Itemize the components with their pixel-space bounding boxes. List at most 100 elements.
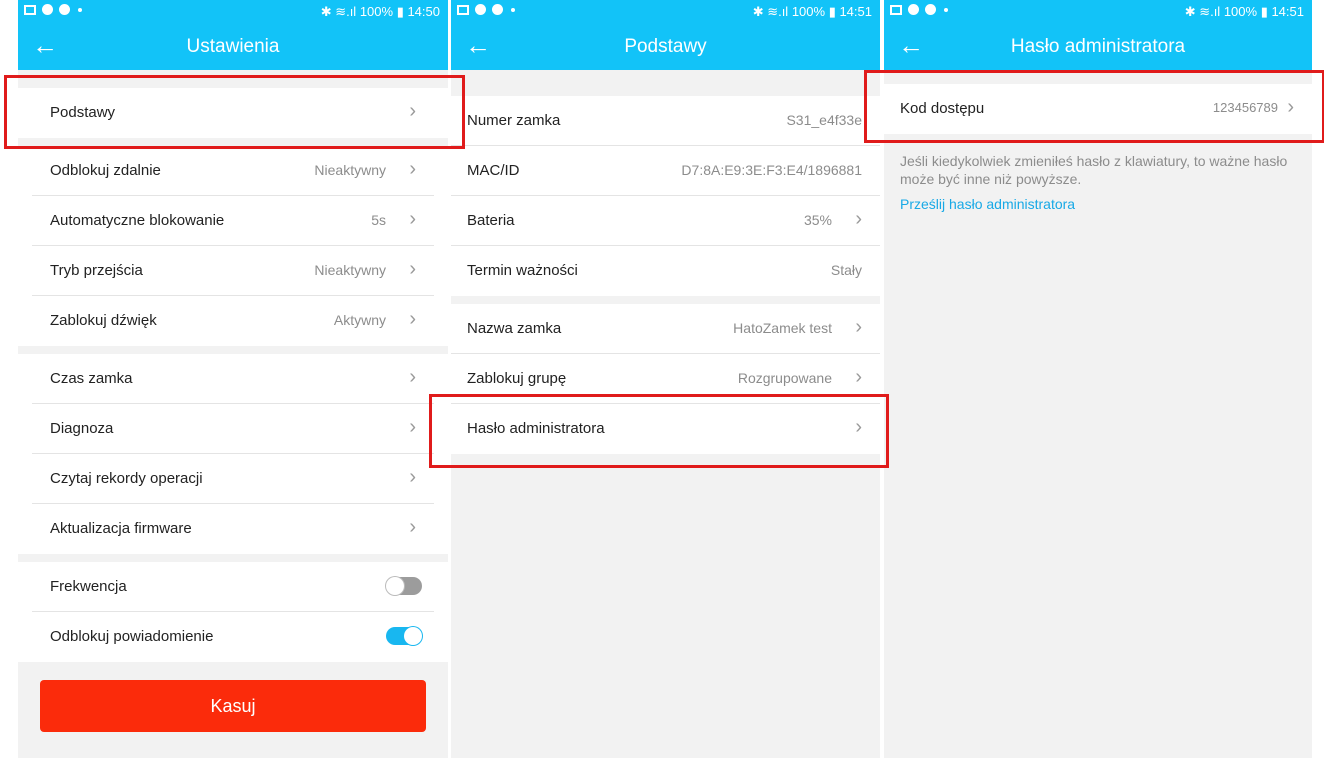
settings-item-label: Frekwencja (50, 578, 127, 595)
basics-item-value: Stały (830, 262, 862, 278)
app-icon (908, 4, 919, 15)
basics-item-value: 35% (803, 212, 832, 228)
access-code-label: Kod dostępu (900, 100, 985, 117)
app-icon (475, 4, 486, 15)
chevron-right-icon: › (409, 416, 416, 438)
basics-item-value: D7:8A:E9:3E:F3:E4/1896881 (681, 162, 862, 178)
settings-item-operation-records[interactable]: Czytaj rekordy operacji › (32, 454, 434, 504)
basics-item-lock-name[interactable]: Nazwa zamka HatoZamek test › (451, 304, 880, 354)
app-bar: ← Hasło administratora (884, 24, 1312, 70)
status-bar: ✱ ≋.ıl 100% ▮ 14:51 (884, 0, 1312, 24)
notification-icons (24, 4, 82, 15)
settings-item-label: Podstawy (50, 104, 116, 121)
settings-item-lock-sound[interactable]: Zablokuj dźwięk Aktywny › (32, 296, 434, 346)
toggle-knob (404, 627, 422, 645)
status-right: ✱ ≋.ıl 100% ▮ 14:51 (753, 4, 872, 20)
basics-item-label: Hasło administratora (467, 420, 605, 437)
basics-item-label: Zablokuj grupę (467, 370, 567, 387)
settings-item-label: Czas zamka (50, 370, 133, 387)
screen-admin-password: ✱ ≋.ıl 100% ▮ 14:51 ← Hasło administrato… (884, 0, 1312, 758)
basics-group-lock: Nazwa zamka HatoZamek test › Zablokuj gr… (451, 304, 880, 454)
status-right: ✱ ≋.ıl 100% ▮ 14:51 (1185, 4, 1304, 20)
gallery-icon (890, 4, 902, 15)
unlock-notification-toggle[interactable] (386, 627, 422, 645)
app-bar: ← Podstawy (451, 24, 880, 70)
delete-button[interactable]: Kasuj (40, 680, 426, 732)
settings-item-value: Nieaktywny (314, 162, 386, 178)
settings-item-value: Nieaktywny (314, 262, 386, 278)
chevron-right-icon: › (409, 516, 416, 538)
gallery-icon (457, 4, 469, 15)
settings-item-remote-unlock[interactable]: Odblokuj zdalnie Nieaktywny › (32, 146, 434, 196)
settings-item-value: 5s (371, 212, 386, 228)
notification-icons (890, 4, 948, 15)
chevron-right-icon: › (409, 100, 416, 122)
toggle-knob (386, 577, 404, 595)
messenger-icon (492, 4, 503, 15)
basics-item-label: Nazwa zamka (467, 320, 562, 337)
settings-item-label: Odblokuj zdalnie (50, 162, 161, 179)
send-admin-password-link[interactable]: Prześlij hasło administratora (900, 196, 1075, 212)
basics-item-admin-password[interactable]: Hasło administratora › (451, 404, 880, 454)
basics-group-info: Numer zamka S31_e4f33e MAC/ID D7:8A:E9:3… (451, 96, 880, 296)
settings-item-unlock-notification[interactable]: Odblokuj powiadomienie (32, 612, 434, 662)
basics-item-validity: Termin ważności Stały (451, 246, 880, 296)
settings-group-toggles: Frekwencja Odblokuj powiadomienie (18, 562, 448, 662)
basics-item-battery[interactable]: Bateria 35% › (451, 196, 880, 246)
chevron-right-icon: › (409, 258, 416, 280)
settings-item-value: Aktywny (333, 312, 386, 328)
settings-item-firmware-update[interactable]: Aktualizacja firmware › (32, 504, 434, 554)
screen-basics: ✱ ≋.ıl 100% ▮ 14:51 ← Podstawy Numer zam… (451, 0, 880, 758)
battery-time: 100% ▮ 14:50 (359, 4, 440, 19)
battery-time: 100% ▮ 14:51 (1223, 4, 1304, 19)
bluetooth-signal-icon: ✱ ≋.ıl (752, 4, 789, 19)
settings-item-label: Odblokuj powiadomienie (50, 628, 214, 645)
settings-item-diagnosis[interactable]: Diagnoza › (32, 404, 434, 454)
chevron-right-icon: › (1287, 96, 1294, 118)
messenger-icon (925, 4, 936, 15)
admin-password-group: Kod dostępu 123456789 › (884, 84, 1312, 134)
page-title: Ustawienia (186, 36, 280, 57)
settings-group-basic: Podstawy › (18, 88, 448, 138)
settings-item-attendance[interactable]: Frekwencja (32, 562, 434, 612)
settings-item-label: Automatyczne blokowanie (50, 212, 225, 229)
status-bar: ✱ ≋.ıl 100% ▮ 14:51 (451, 0, 880, 24)
basics-item-label: Bateria (467, 212, 515, 229)
chevron-right-icon: › (409, 466, 416, 488)
settings-item-podstawy[interactable]: Podstawy › (32, 88, 434, 138)
password-note: Jeśli kiedykolwiek zmieniłeś hasło z kla… (900, 153, 1288, 187)
more-dot-icon (511, 7, 515, 12)
chevron-right-icon: › (855, 366, 862, 388)
access-code-value: 123456789 (1212, 100, 1278, 115)
chevron-right-icon: › (855, 316, 862, 338)
settings-group-lock: Odblokuj zdalnie Nieaktywny › Automatycz… (18, 146, 448, 346)
basics-item-value: Rozgrupowane (737, 370, 832, 386)
chevron-right-icon: › (855, 416, 862, 438)
settings-item-label: Diagnoza (50, 420, 114, 437)
settings-item-label: Aktualizacja firmware (50, 520, 192, 537)
chevron-right-icon: › (409, 308, 416, 330)
basics-item-value: HatoZamek test (733, 320, 832, 336)
messenger-icon (59, 4, 70, 15)
bluetooth-signal-icon: ✱ ≋.ıl (1184, 4, 1221, 19)
basics-item-label: Termin ważności (467, 262, 578, 279)
app-icon (42, 4, 53, 15)
settings-item-passage-mode[interactable]: Tryb przejścia Nieaktywny › (32, 246, 434, 296)
attendance-toggle[interactable] (386, 577, 422, 595)
screen-settings: ✱ ≋.ıl 100% ▮ 14:50 ← Ustawienia Podstaw… (18, 0, 448, 758)
basics-item-mac-id: MAC/ID D7:8A:E9:3E:F3:E4/1896881 (451, 146, 880, 196)
basics-item-label: MAC/ID (467, 162, 520, 179)
more-dot-icon (944, 7, 948, 12)
notification-icons (457, 4, 515, 15)
access-code-row[interactable]: Kod dostępu 123456789 › (884, 84, 1312, 134)
basics-item-value: S31_e4f33e (786, 112, 862, 128)
settings-item-label: Zablokuj dźwięk (50, 312, 157, 329)
basics-item-lock-group[interactable]: Zablokuj grupę Rozgrupowane › (451, 354, 880, 404)
chevron-right-icon: › (409, 158, 416, 180)
bluetooth-signal-icon: ✱ ≋.ıl (320, 4, 357, 19)
settings-item-lock-time[interactable]: Czas zamka › (32, 354, 434, 404)
settings-item-auto-lock[interactable]: Automatyczne blokowanie 5s › (32, 196, 434, 246)
basics-item-label: Numer zamka (467, 112, 561, 129)
status-right: ✱ ≋.ıl 100% ▮ 14:50 (321, 4, 440, 20)
chevron-right-icon: › (409, 366, 416, 388)
